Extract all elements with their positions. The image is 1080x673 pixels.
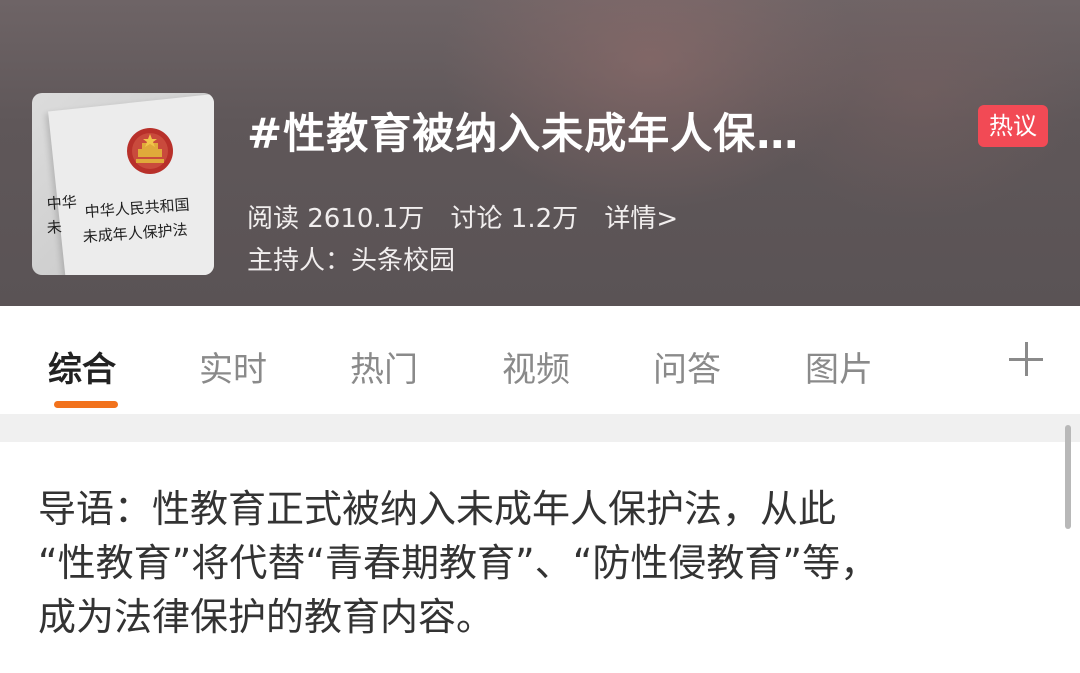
details-link[interactable]: 详情> — [604, 204, 678, 234]
read-count: 阅读 2610.1万 — [247, 204, 425, 234]
tab-comprehensive[interactable]: 综合 — [48, 342, 116, 391]
active-tab-indicator — [54, 401, 118, 408]
scrollbar[interactable] — [1065, 425, 1071, 529]
topic-content: 导语：性教育正式被纳入未成年人保护法，从此 “性教育”将代替“青春期教育”、“防… — [0, 442, 1080, 673]
cover-paper — [48, 93, 214, 275]
tab-realtime[interactable]: 实时 — [199, 342, 267, 391]
topic-host: 主持人：头条校园 — [247, 246, 456, 276]
topic-page: 中华 中华人民共和国 未 未成年人保护法 #性教育被纳入未成年人保… 热议 阅读… — [0, 0, 1080, 673]
cover-text: 未 — [46, 217, 63, 237]
tab-qa[interactable]: 问答 — [653, 342, 721, 391]
national-emblem-icon — [127, 128, 173, 174]
topic-cover-image[interactable]: 中华 中华人民共和国 未 未成年人保护法 — [32, 93, 214, 275]
lead-line: “性教育”将代替“青春期教育”、“防性侵教育”等， — [38, 541, 879, 585]
tab-video[interactable]: 视频 — [502, 342, 570, 391]
cover-text: 中华 — [46, 192, 78, 213]
tab-bar: 综合 实时 热门 视频 问答 图片 — [0, 306, 1080, 414]
topic-title: #性教育被纳入未成年人保… — [247, 109, 800, 158]
plus-icon[interactable] — [1003, 336, 1049, 382]
tab-images[interactable]: 图片 — [805, 342, 873, 391]
section-divider — [0, 414, 1080, 442]
topic-lead-text: 导语：性教育正式被纳入未成年人保护法，从此 “性教育”将代替“青春期教育”、“防… — [38, 482, 1028, 644]
topic-header: 中华 中华人民共和国 未 未成年人保护法 #性教育被纳入未成年人保… 热议 阅读… — [0, 0, 1080, 306]
topic-stats: 阅读 2610.1万 讨论 1.2万 详情> — [247, 198, 696, 235]
discussion-count: 讨论 1.2万 — [450, 204, 579, 234]
lead-line: 导语：性教育正式被纳入未成年人保护法，从此 — [38, 487, 837, 531]
lead-line: 成为法律保护的教育内容。 — [38, 595, 495, 639]
tab-hot[interactable]: 热门 — [350, 342, 418, 391]
hot-badge: 热议 — [978, 105, 1048, 147]
